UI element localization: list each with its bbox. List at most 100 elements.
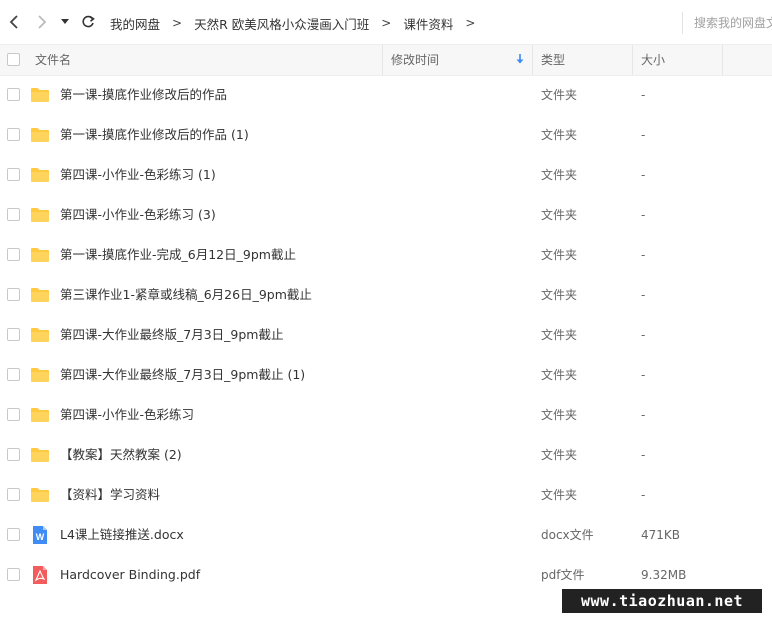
row-checkbox[interactable]: [7, 448, 20, 461]
file-name[interactable]: 第三课作业1-紧章或线稿_6月26日_9pm截止: [60, 275, 312, 315]
folder-icon: [30, 205, 50, 225]
folder-icon: [30, 485, 50, 505]
file-size: -: [641, 488, 646, 502]
column-divider[interactable]: [632, 45, 633, 75]
file-row[interactable]: 第四课-大作业最终版_7月3日_9pm截止 文件夹 -: [0, 315, 772, 355]
file-name[interactable]: 第一课-摸底作业修改后的作品: [60, 75, 227, 115]
file-name[interactable]: 第一课-摸底作业修改后的作品 (1): [60, 115, 249, 155]
history-dropdown-button[interactable]: [58, 12, 72, 32]
row-checkbox[interactable]: [7, 408, 20, 421]
back-button[interactable]: [4, 12, 24, 32]
breadcrumb-item-course[interactable]: 天然R 欧美风格小众漫画入门班: [194, 14, 369, 33]
file-row[interactable]: W L4课上链接推送.docx docx文件 471KB: [0, 515, 772, 555]
file-size: -: [641, 368, 646, 382]
folder-icon: [30, 245, 50, 265]
breadcrumb-separator: >: [172, 16, 183, 30]
file-list: 第一课-摸底作业修改后的作品 文件夹 - 第一课-摸底作业修改后的作品 (1) 文件夹 -…: [0, 75, 772, 595]
file-row[interactable]: 第一课-摸底作业修改后的作品 文件夹 -: [0, 75, 772, 115]
file-size: -: [641, 408, 646, 422]
search-input[interactable]: [690, 12, 772, 34]
refresh-button[interactable]: [78, 12, 98, 32]
toolbar: 我的网盘 > 天然R 欧美风格小众漫画入门班 > 课件资料 >: [0, 0, 772, 44]
column-header-name[interactable]: 文件名: [35, 45, 71, 75]
file-row[interactable]: 第一课-摸底作业-完成_6月12日_9pm截止 文件夹 -: [0, 235, 772, 275]
file-type: 文件夹: [541, 168, 578, 182]
row-checkbox[interactable]: [7, 328, 20, 341]
pdf-icon: [30, 565, 50, 585]
row-checkbox[interactable]: [7, 208, 20, 221]
file-row[interactable]: 【教案】天然教案 (2) 文件夹 -: [0, 435, 772, 475]
file-name[interactable]: 【资料】学习资料: [60, 475, 160, 515]
file-name[interactable]: 第四课-小作业-色彩练习 (1): [60, 155, 216, 195]
file-name[interactable]: L4课上链接推送.docx: [60, 515, 184, 555]
column-divider[interactable]: [722, 45, 723, 75]
file-size: -: [641, 208, 646, 222]
svg-text:W: W: [36, 532, 45, 542]
row-checkbox[interactable]: [7, 568, 20, 581]
file-row[interactable]: 第一课-摸底作业修改后的作品 (1) 文件夹 -: [0, 115, 772, 155]
sort-down-arrow-icon[interactable]: [516, 54, 524, 68]
file-name[interactable]: 【教案】天然教案 (2): [60, 435, 182, 475]
file-type: 文件夹: [541, 448, 578, 462]
caret-down-icon: [61, 19, 69, 24]
breadcrumb: 我的网盘 > 天然R 欧美风格小众漫画入门班 > 课件资料 >: [110, 14, 487, 32]
row-checkbox[interactable]: [7, 368, 20, 381]
breadcrumb-separator: >: [465, 16, 476, 30]
file-row[interactable]: 第四课-大作业最终版_7月3日_9pm截止 (1) 文件夹 -: [0, 355, 772, 395]
file-name[interactable]: 第四课-小作业-色彩练习 (3): [60, 195, 216, 235]
file-size: 471KB: [641, 528, 681, 542]
row-checkbox[interactable]: [7, 528, 20, 541]
file-size: -: [641, 168, 646, 182]
file-row[interactable]: 第四课-小作业-色彩练习 (3) 文件夹 -: [0, 195, 772, 235]
file-size: -: [641, 328, 646, 342]
toolbar-divider: [682, 12, 683, 34]
folder-icon: [30, 85, 50, 105]
column-header-modified[interactable]: 修改时间: [391, 45, 439, 75]
folder-icon: [30, 365, 50, 385]
watermark: www.tiaozhuan.net: [562, 589, 762, 613]
file-name[interactable]: 第四课-小作业-色彩练习: [60, 395, 194, 435]
column-header-size[interactable]: 大小: [641, 45, 665, 75]
chevron-right-icon: [38, 15, 47, 29]
row-checkbox[interactable]: [7, 288, 20, 301]
folder-icon: [30, 325, 50, 345]
file-size: -: [641, 248, 646, 262]
column-header-type[interactable]: 类型: [541, 45, 565, 75]
folder-icon: [30, 125, 50, 145]
column-divider[interactable]: [532, 45, 533, 75]
breadcrumb-item-materials[interactable]: 课件资料: [403, 14, 453, 33]
row-checkbox[interactable]: [7, 88, 20, 101]
select-all-checkbox[interactable]: [7, 53, 20, 66]
file-type: 文件夹: [541, 408, 578, 422]
row-checkbox[interactable]: [7, 248, 20, 261]
table-header: 文件名 修改时间 类型 大小: [0, 44, 772, 76]
column-divider[interactable]: [382, 45, 383, 75]
file-type: 文件夹: [541, 248, 578, 262]
folder-icon: [30, 285, 50, 305]
file-name[interactable]: 第四课-大作业最终版_7月3日_9pm截止 (1): [60, 355, 305, 395]
row-checkbox[interactable]: [7, 168, 20, 181]
file-type: 文件夹: [541, 328, 578, 342]
file-name[interactable]: 第四课-大作业最终版_7月3日_9pm截止: [60, 315, 283, 355]
file-type: 文件夹: [541, 368, 578, 382]
file-row[interactable]: 【资料】学习资料 文件夹 -: [0, 475, 772, 515]
folder-icon: [30, 445, 50, 465]
file-size: -: [641, 448, 646, 462]
file-type: docx文件: [541, 528, 594, 542]
file-size: -: [641, 128, 646, 142]
file-name[interactable]: 第一课-摸底作业-完成_6月12日_9pm截止: [60, 235, 296, 275]
word-doc-icon: W: [30, 525, 50, 545]
file-row[interactable]: 第四课-小作业-色彩练习 文件夹 -: [0, 395, 772, 435]
row-checkbox[interactable]: [7, 488, 20, 501]
forward-button[interactable]: [32, 12, 52, 32]
file-row[interactable]: 第三课作业1-紧章或线稿_6月26日_9pm截止 文件夹 -: [0, 275, 772, 315]
folder-icon: [30, 165, 50, 185]
breadcrumb-item-root[interactable]: 我的网盘: [110, 14, 160, 33]
file-type: 文件夹: [541, 208, 578, 222]
file-type: 文件夹: [541, 288, 578, 302]
file-name[interactable]: Hardcover Binding.pdf: [60, 555, 200, 595]
refresh-icon: [82, 15, 95, 28]
file-row[interactable]: 第四课-小作业-色彩练习 (1) 文件夹 -: [0, 155, 772, 195]
chevron-left-icon: [9, 15, 18, 29]
row-checkbox[interactable]: [7, 128, 20, 141]
